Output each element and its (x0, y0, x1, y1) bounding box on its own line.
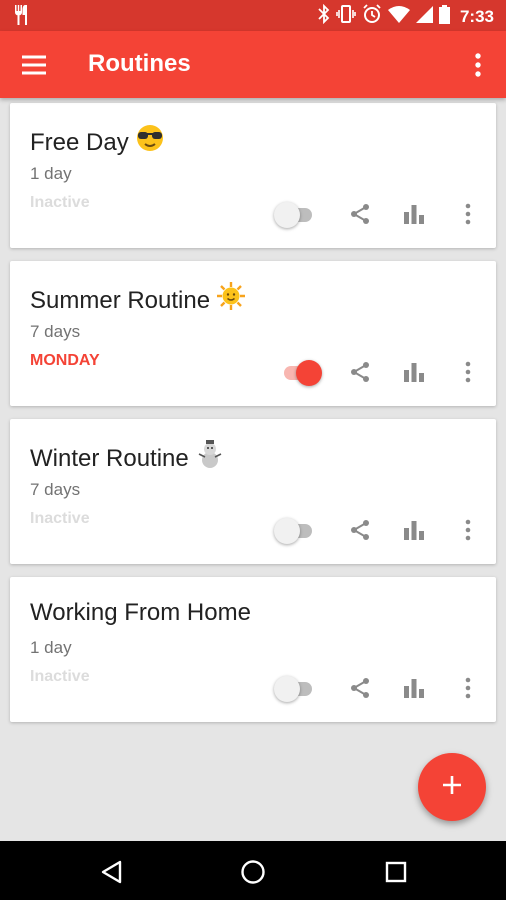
wifi-icon (387, 5, 410, 28)
routine-name-wrap: Free Day (30, 125, 165, 162)
routine-name: Winter Routine (30, 444, 189, 472)
routine-duration: 7 days (30, 322, 81, 341)
clock-time: 7:33 (459, 6, 494, 26)
snowman-emoji-icon (195, 439, 225, 476)
toggle-thumb (274, 676, 300, 702)
card-more-icon[interactable] (458, 676, 478, 700)
share-icon[interactable] (348, 676, 372, 700)
vibrate-icon (336, 5, 356, 28)
routine-card[interactable]: Summer Routine 7 days MONDAY (10, 261, 496, 406)
signal-icon (415, 5, 433, 28)
sun-emoji-icon (216, 281, 246, 318)
routine-toggle[interactable] (274, 675, 316, 703)
alarm-icon (362, 4, 382, 29)
add-routine-button[interactable] (418, 753, 486, 821)
routine-toggle[interactable] (274, 359, 322, 387)
share-icon[interactable] (348, 360, 372, 384)
plus-icon (441, 774, 463, 801)
toggle-thumb (274, 518, 300, 544)
back-icon[interactable] (98, 858, 126, 886)
bar-chart-icon[interactable] (402, 360, 426, 384)
routine-card[interactable]: Winter Routine 7 days Inactive (10, 419, 496, 564)
card-more-icon[interactable] (458, 202, 478, 226)
routine-status: Inactive (30, 194, 90, 211)
routine-card[interactable]: Working From Home 1 day Inactive (10, 577, 496, 722)
system-nav-bar (0, 841, 506, 900)
routine-card[interactable]: Free Day 1 day Inactive (10, 103, 496, 248)
routine-status: Inactive (30, 668, 90, 685)
routine-name: Working From Home (30, 599, 251, 626)
sunglasses-emoji-icon (135, 123, 165, 160)
status-bar: 7:33 (0, 0, 506, 31)
routine-duration: 1 day (30, 164, 72, 183)
routine-list: Free Day 1 day Inactive Summer Routine 7… (10, 103, 496, 735)
more-vert-icon[interactable] (466, 51, 490, 79)
bar-chart-icon[interactable] (402, 202, 426, 226)
share-icon[interactable] (348, 202, 372, 226)
card-more-icon[interactable] (458, 518, 478, 542)
bar-chart-icon[interactable] (402, 676, 426, 700)
routine-toggle[interactable] (274, 201, 316, 229)
routine-name-wrap: Working From Home (30, 599, 251, 627)
home-icon[interactable] (239, 858, 267, 886)
routine-name: Free Day (30, 128, 129, 156)
bluetooth-icon (318, 3, 330, 29)
share-icon[interactable] (348, 518, 372, 542)
routine-duration: 1 day (30, 638, 72, 657)
menu-icon[interactable] (20, 53, 48, 77)
routine-status: MONDAY (30, 352, 100, 369)
bar-chart-icon[interactable] (402, 518, 426, 542)
routine-status: Inactive (30, 510, 90, 527)
toggle-thumb (296, 360, 322, 386)
silverware-icon (14, 5, 30, 30)
app-bar: Routines (0, 31, 506, 98)
routine-name: Summer Routine (30, 286, 211, 314)
routine-toggle[interactable] (274, 517, 316, 545)
routine-duration: 7 days (30, 480, 81, 499)
card-more-icon[interactable] (458, 360, 478, 384)
page-title: Routines (88, 50, 191, 77)
routine-name-wrap: Winter Routine (30, 439, 225, 478)
routine-name-wrap: Summer Routine (30, 281, 246, 320)
recents-icon[interactable] (382, 858, 410, 886)
battery-icon (438, 4, 450, 29)
toggle-thumb (274, 202, 300, 228)
